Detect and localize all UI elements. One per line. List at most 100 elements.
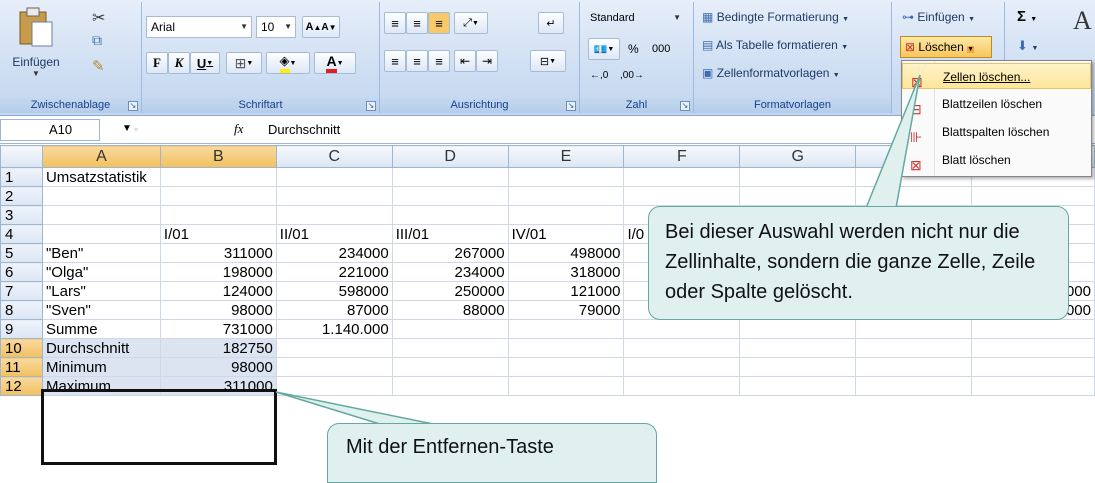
merge-button[interactable]: ⊟ ▼	[530, 50, 566, 72]
fill-button[interactable]: ⬇ ▼	[1017, 38, 1038, 54]
cell-d5[interactable]: 267000	[391, 243, 509, 263]
cell-d11[interactable]	[391, 357, 509, 377]
cell-e9[interactable]	[507, 319, 625, 339]
cell-b11[interactable]: 98000	[159, 357, 277, 377]
cell-f1[interactable]	[623, 167, 741, 187]
cell-a10[interactable]: Durchschnitt	[41, 338, 161, 358]
row-header[interactable]: 7	[0, 281, 43, 301]
cell-d9[interactable]	[391, 319, 509, 339]
dialog-launcher-icon[interactable]: ↘	[680, 101, 690, 111]
align-right-button[interactable]: ≡	[428, 50, 450, 72]
cell-b9[interactable]: 731000	[159, 319, 277, 339]
cell-b8[interactable]: 98000	[159, 300, 277, 320]
dialog-launcher-icon[interactable]: ↘	[566, 101, 576, 111]
cell-g12[interactable]	[739, 376, 857, 396]
row-header[interactable]: 3	[0, 205, 43, 225]
orientation-button[interactable]: ⤢ ▼	[454, 12, 488, 34]
cell-b2[interactable]	[159, 186, 277, 206]
cell-g9[interactable]	[739, 319, 857, 339]
cell-d3[interactable]	[391, 205, 509, 225]
cell-f10[interactable]	[623, 338, 741, 358]
thousands-button[interactable]: 000	[652, 43, 670, 55]
currency-button[interactable]: 💶 ▼	[588, 38, 620, 60]
italic-button[interactable]: K	[168, 52, 190, 74]
cell-f12[interactable]	[623, 376, 741, 396]
font-size-combo[interactable]: 10 ▼	[256, 16, 296, 38]
delete-cells-button[interactable]: ⊠ Löschen ▼	[900, 36, 992, 58]
grow-font-button[interactable]: A ▲ A ▼	[302, 16, 340, 38]
name-box[interactable]: A10	[0, 119, 100, 141]
cell-b6[interactable]: 198000	[159, 262, 277, 282]
name-box-dropdown-icon[interactable]: ▼	[122, 123, 132, 134]
autosum-button[interactable]: Σ ▼	[1017, 8, 1037, 25]
sort-filter-icon[interactable]: A	[1073, 6, 1092, 36]
cell-h11[interactable]	[855, 357, 973, 377]
cell-h2[interactable]	[855, 186, 973, 206]
cell-e5[interactable]: 498000	[507, 243, 625, 263]
cell-c2[interactable]	[275, 186, 393, 206]
function-icon[interactable]: fx	[234, 121, 243, 137]
cell-g2[interactable]	[739, 186, 857, 206]
insert-cells-button[interactable]: ⊶ Einfügen ▼	[902, 10, 975, 24]
number-format-combo[interactable]: Standard ▼	[586, 8, 684, 30]
cell-a7[interactable]: "Lars"	[41, 281, 161, 301]
cell-g1[interactable]	[739, 167, 857, 187]
cell-b3[interactable]	[159, 205, 277, 225]
cell-c5[interactable]: 234000	[275, 243, 393, 263]
decrease-decimal-button[interactable]: ,00→	[620, 70, 644, 81]
align-center-button[interactable]: ≡	[406, 50, 428, 72]
cell-d4[interactable]: III/01	[391, 224, 509, 244]
cell-e7[interactable]: 121000	[507, 281, 625, 301]
cell-c8[interactable]: 87000	[275, 300, 393, 320]
menu-item-delete-columns[interactable]: ⊪ Blattspalten löschen	[902, 119, 1091, 145]
cell-a1[interactable]: Umsatzstatistik	[41, 167, 161, 187]
column-header-c[interactable]: C	[275, 145, 393, 168]
cell-b1[interactable]	[159, 167, 277, 187]
cell-a5[interactable]: "Ben"	[41, 243, 161, 263]
conditional-format-button[interactable]: ▦ Bedingte Formatierung ▼	[702, 10, 849, 24]
formula-input[interactable]: Durchschnitt	[268, 122, 340, 137]
font-name-combo[interactable]: Arial ▼	[146, 16, 252, 38]
fill-color-button[interactable]: ◈ ▼	[266, 52, 310, 74]
row-header[interactable]: 2	[0, 186, 43, 206]
cell-g11[interactable]	[739, 357, 857, 377]
menu-item-delete-cells[interactable]: ⊠ Zellen löschen...	[902, 63, 1091, 90]
cell-e6[interactable]: 318000	[507, 262, 625, 282]
row-header[interactable]: 1	[0, 167, 43, 187]
cell-a11[interactable]: Minimum	[41, 357, 161, 377]
cell-a4[interactable]	[41, 224, 161, 244]
cell-b4[interactable]: I/01	[159, 224, 277, 244]
cell-c12[interactable]	[275, 376, 393, 396]
cell-e8[interactable]: 79000	[507, 300, 625, 320]
cell-d12[interactable]	[391, 376, 509, 396]
cell-e4[interactable]: IV/01	[507, 224, 625, 244]
align-top-button[interactable]: ≡	[384, 12, 406, 34]
cell-e3[interactable]	[507, 205, 625, 225]
cell-d10[interactable]	[391, 338, 509, 358]
cell-h12[interactable]	[855, 376, 973, 396]
cell-c6[interactable]: 221000	[275, 262, 393, 282]
format-as-table-button[interactable]: ▤ Als Tabelle formatieren ▼	[702, 38, 848, 52]
column-header-a[interactable]: A	[41, 145, 161, 168]
row-header[interactable]: 5	[0, 243, 43, 263]
cell-c10[interactable]	[275, 338, 393, 358]
cut-icon[interactable]: ✂	[92, 8, 105, 28]
cell-a8[interactable]: "Sven"	[41, 300, 161, 320]
cell-i11[interactable]	[971, 357, 1095, 377]
cell-i12[interactable]	[971, 376, 1095, 396]
border-button[interactable]: ⊞ ▼	[226, 52, 262, 74]
cell-d1[interactable]	[391, 167, 509, 187]
align-bottom-button[interactable]: ≡	[428, 12, 450, 34]
cell-c7[interactable]: 598000	[275, 281, 393, 301]
cell-c3[interactable]	[275, 205, 393, 225]
dialog-launcher-icon[interactable]: ↘	[128, 101, 138, 111]
cell-styles-button[interactable]: ▣ Zellenformatvorlagen ▼	[702, 66, 840, 80]
row-header[interactable]: 4	[0, 224, 43, 244]
cell-e2[interactable]	[507, 186, 625, 206]
format-painter-icon[interactable]: ✎	[92, 57, 105, 75]
row-header[interactable]: 12	[0, 376, 43, 396]
row-header[interactable]: 11	[0, 357, 43, 377]
increase-decimal-button[interactable]: ←,0	[590, 70, 608, 81]
select-all-corner[interactable]	[0, 145, 43, 168]
percent-button[interactable]: %	[628, 42, 639, 56]
